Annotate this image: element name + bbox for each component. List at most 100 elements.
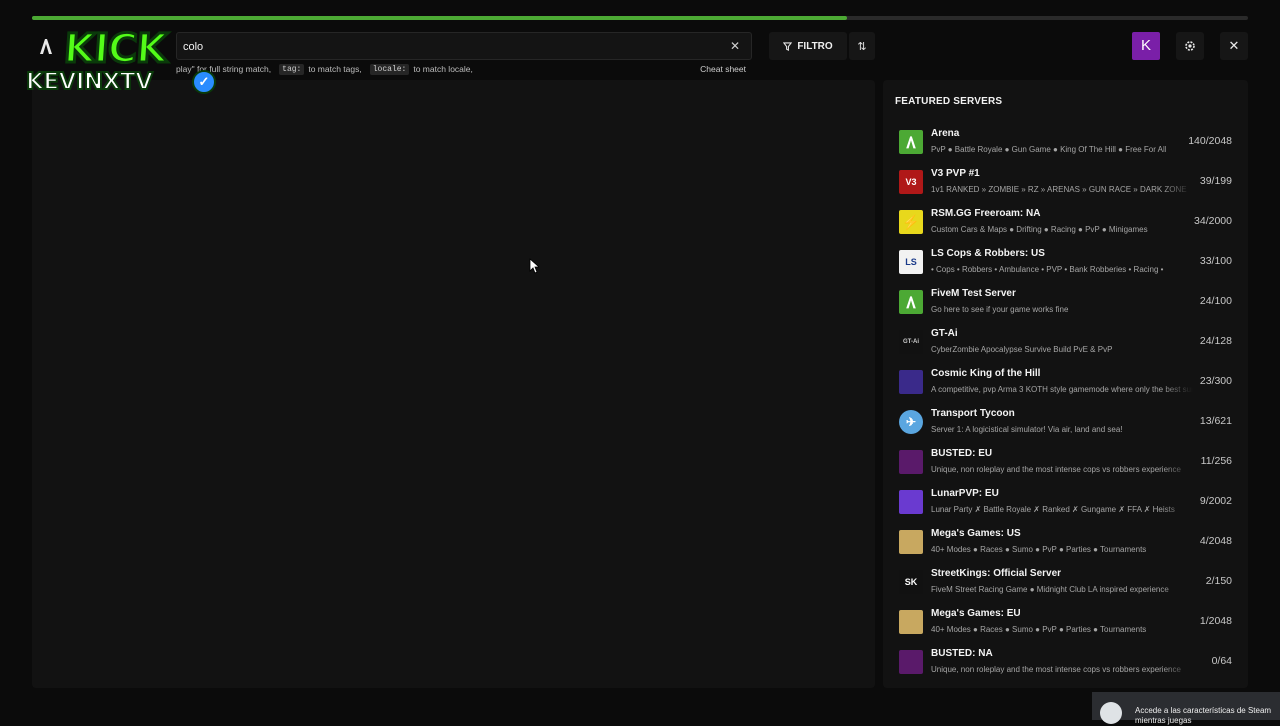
search-input[interactable] xyxy=(183,37,703,57)
mouse-cursor-icon xyxy=(529,258,539,274)
server-name: Cosmic King of the Hill xyxy=(931,368,1041,379)
server-name: Transport Tycoon xyxy=(931,408,1015,419)
close-icon[interactable]: ✕ xyxy=(1220,32,1248,60)
server-player-count: 24/128 xyxy=(1199,335,1232,347)
search-results-panel xyxy=(32,80,875,688)
v3-icon: V3 xyxy=(899,170,923,194)
server-name: Mega's Games: EU xyxy=(931,608,1021,619)
megas-icon xyxy=(899,610,923,634)
server-name: RSM.GG Freeroam: NA xyxy=(931,208,1041,219)
hint-tag-text: to match tags, xyxy=(308,64,362,74)
server-name: Mega's Games: US xyxy=(931,528,1021,539)
server-description: CyberZombie Apocalypse Survive Build PvE… xyxy=(931,345,1113,354)
server-description: A competitive, pvp Arma 3 KOTH style gam… xyxy=(931,385,1193,394)
loading-progress-fill xyxy=(32,16,847,20)
server-name: V3 PVP #1 xyxy=(931,168,980,179)
server-name: Arena xyxy=(931,128,960,139)
settings-button[interactable] xyxy=(1176,32,1204,60)
ls-cops-icon: LS xyxy=(899,250,923,274)
server-name: GT-Ai xyxy=(931,328,958,339)
arena-icon xyxy=(899,130,923,154)
server-description: FiveM Street Racing Game ● Midnight Club… xyxy=(931,585,1169,594)
server-name: FiveM Test Server xyxy=(931,288,1016,299)
server-name: BUSTED: EU xyxy=(931,448,993,459)
verified-check-icon: ✓ xyxy=(192,70,216,94)
server-player-count: 24/100 xyxy=(1199,295,1232,307)
server-description: Go here to see if your game works fine xyxy=(931,305,1069,314)
server-description: Unique, non roleplay and the most intens… xyxy=(931,465,1181,474)
server-description: 1v1 RANKED » ZOMBIE » RZ » ARENAS » GUN … xyxy=(931,185,1187,194)
streamer-username: KEVINXTV xyxy=(25,68,154,96)
server-description: Server 1: A logicistical simulator! Via … xyxy=(931,425,1123,434)
streetkings-icon: SK xyxy=(899,570,923,594)
featured-server-row[interactable]: Cosmic King of the Hill A competitive, pv… xyxy=(895,362,1236,402)
server-player-count: 23/300 xyxy=(1199,375,1232,387)
loading-progress-bar xyxy=(32,16,1248,20)
featured-server-row[interactable]: FiveM Test Server Go here to see if your … xyxy=(895,282,1236,322)
server-name: LunarPVP: EU xyxy=(931,488,999,499)
featured-server-row[interactable]: Arena PvP ● Battle Royale ● Gun Game ● Ki… xyxy=(895,122,1236,162)
featured-server-row[interactable]: V3 V3 PVP #1 1v1 RANKED » ZOMBIE » RZ » AR… xyxy=(895,162,1236,202)
featured-server-list: Arena PvP ● Battle Royale ● Gun Game ● Ki… xyxy=(895,122,1236,682)
server-name: BUSTED: NA xyxy=(931,648,993,659)
cheat-sheet-link[interactable]: Cheat sheet xyxy=(700,64,752,74)
server-description: 40+ Modes ● Races ● Sumo ● PvP ● Parties… xyxy=(931,625,1147,634)
search-bar[interactable]: ✕ xyxy=(176,32,752,60)
hint-tag-code: tag: xyxy=(279,63,305,75)
filter-icon xyxy=(783,41,793,51)
featured-server-row[interactable]: Mega's Games: EU 40+ Modes ● Races ● Sumo… xyxy=(895,602,1236,642)
server-player-count: 11/256 xyxy=(1200,455,1232,467)
server-player-count: 1/2048 xyxy=(1199,615,1232,627)
featured-server-row[interactable]: BUSTED: EU Unique, non roleplay and the m… xyxy=(895,442,1236,482)
featured-server-row[interactable]: GT-Ai GT-Ai CyberZombie Apocalypse Survive… xyxy=(895,322,1236,362)
kick-streamer-overlay: KICK KEVINXTV ✓ xyxy=(25,25,220,100)
hint-locale-code: locale: xyxy=(369,63,410,75)
featured-server-row[interactable]: ✈ Transport Tycoon Server 1: A logicistica… xyxy=(895,402,1236,442)
fivem-icon xyxy=(899,290,923,314)
gear-icon xyxy=(1185,41,1195,51)
server-description: Lunar Party ✗ Battle Royale ✗ Ranked ✗ G… xyxy=(931,505,1175,514)
busted-icon xyxy=(899,650,923,674)
search-syntax-hints: play" for full string match, tag: to mat… xyxy=(176,62,752,76)
featured-server-row[interactable]: Mega's Games: US 40+ Modes ● Races ● Sumo… xyxy=(895,522,1236,562)
hint-locale-text: to match locale, xyxy=(413,64,473,74)
megas-icon xyxy=(899,530,923,554)
featured-servers-panel: FEATURED SERVERS Arena PvP ● Battle Royal… xyxy=(883,80,1248,688)
steam-overlay-notification[interactable]: Accede a las características de Steam mi… xyxy=(1092,692,1280,725)
busted-icon xyxy=(899,450,923,474)
sort-button[interactable]: ⇅ xyxy=(849,32,875,60)
steam-notification-text: Accede a las características de Steam mi… xyxy=(1135,706,1272,725)
featured-server-row[interactable]: LS LS Cops & Robbers: US • Cops • Robbers … xyxy=(895,242,1236,282)
server-name: LS Cops & Robbers: US xyxy=(931,248,1045,259)
cosmic-icon xyxy=(899,370,923,394)
featured-server-row[interactable]: SK StreetKings: Official Server FiveM Stre… xyxy=(895,562,1236,602)
steam-icon xyxy=(1100,702,1122,724)
server-player-count: 34/2000 xyxy=(1194,215,1232,227)
filter-button[interactable]: FILTRO xyxy=(769,32,847,60)
transport-icon: ✈ xyxy=(899,410,923,434)
server-player-count: 13/621 xyxy=(1199,415,1232,427)
server-player-count: 2/150 xyxy=(1205,575,1232,587)
featured-servers-title: FEATURED SERVERS xyxy=(895,96,1003,107)
sort-arrows-icon: ⇅ xyxy=(857,40,867,53)
server-player-count: 140/2048 xyxy=(1188,135,1232,147)
server-description: Custom Cars & Maps ● Drifting ● Racing ●… xyxy=(931,225,1148,234)
lunar-icon xyxy=(899,490,923,514)
server-player-count: 39/199 xyxy=(1199,175,1232,187)
clear-search-icon[interactable]: ✕ xyxy=(727,38,743,54)
rsm-icon: ⚡ xyxy=(899,210,923,234)
server-player-count: 0/64 xyxy=(1211,655,1232,667)
user-avatar[interactable]: K xyxy=(1132,32,1160,60)
server-name: StreetKings: Official Server xyxy=(931,568,1062,579)
filter-label: FILTRO xyxy=(797,40,833,52)
server-player-count: 4/2048 xyxy=(1199,535,1232,547)
server-description: • Cops • Robbers • Ambulance • PVP • Ban… xyxy=(931,265,1164,274)
featured-server-row[interactable]: LunarPVP: EU Lunar Party ✗ Battle Royale … xyxy=(895,482,1236,522)
kick-logo-text: KICK xyxy=(61,25,169,74)
gtai-icon: GT-Ai xyxy=(899,330,923,354)
server-player-count: 9/2002 xyxy=(1199,495,1232,507)
featured-server-row[interactable]: BUSTED: NA Unique, non roleplay and the m… xyxy=(895,642,1236,682)
server-description: PvP ● Battle Royale ● Gun Game ● King Of… xyxy=(931,145,1167,154)
server-player-count: 33/100 xyxy=(1199,255,1232,267)
featured-server-row[interactable]: ⚡ RSM.GG Freeroam: NA Custom Cars & Maps ●… xyxy=(895,202,1236,242)
